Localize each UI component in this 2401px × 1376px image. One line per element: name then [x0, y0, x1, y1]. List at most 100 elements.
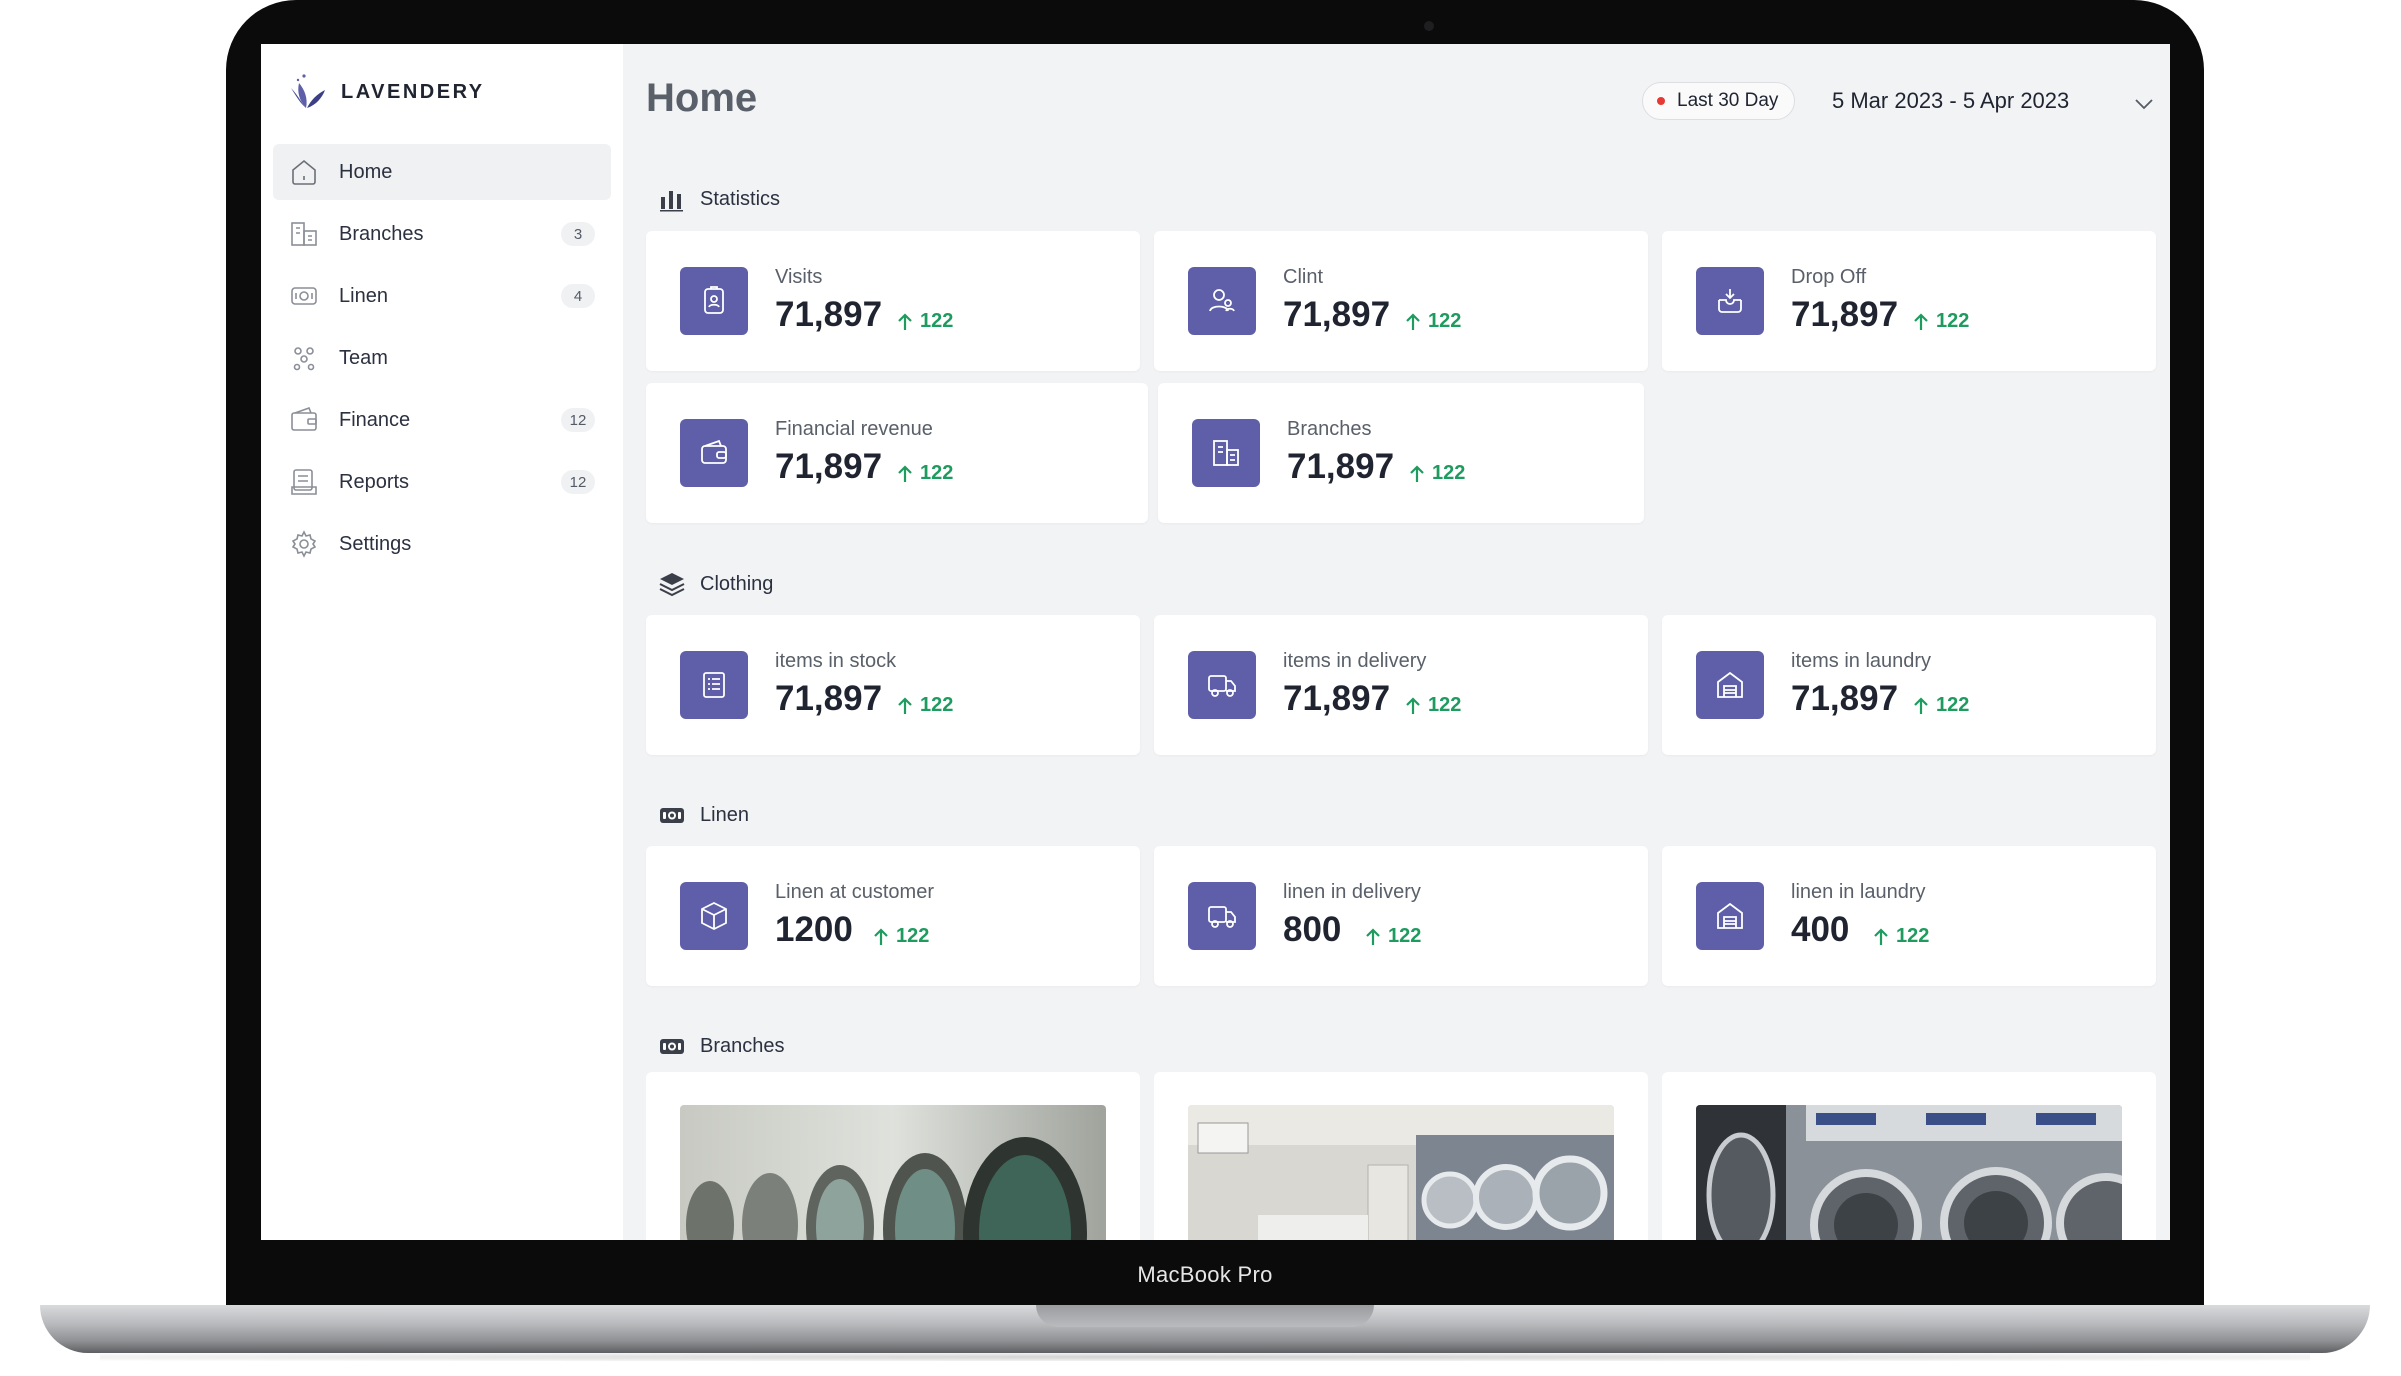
date-range-picker[interactable]: 5 Mar 2023 - 5 Apr 2023: [1832, 88, 2069, 114]
laptop-notch: [1036, 1305, 1374, 1327]
linen-card-laundry[interactable]: linen in laundry 400 122: [1662, 846, 2156, 986]
sidebar-item-team[interactable]: Team: [273, 330, 611, 386]
camera-dot: [1424, 21, 1434, 31]
clients-icon: [1209, 289, 1235, 312]
arrow-up-icon: [898, 696, 912, 714]
linen-icon: [291, 287, 317, 305]
card-delta: 122: [1364, 925, 1421, 948]
stat-card-branches[interactable]: Branches 71,897 122: [1158, 383, 1644, 523]
clothing-card-delivery[interactable]: items in delivery 71,897 122: [1154, 615, 1648, 755]
laptop-model-label: MacBook Pro: [1137, 1262, 1273, 1287]
clothing-card-stock[interactable]: items in stock 71,897 122: [646, 615, 1140, 755]
card-icon-box: [1188, 882, 1256, 950]
team-icon: [293, 347, 315, 371]
card-value: 71,897: [1791, 679, 1899, 718]
card-label: Linen at customer: [775, 881, 934, 903]
brand-name: LAVENDERY: [341, 80, 485, 103]
card-label: items in stock: [775, 650, 897, 672]
card-icon-box: [1192, 419, 1260, 487]
range-filter-button[interactable]: Last 30 Day: [1642, 82, 1796, 120]
branch-card[interactable]: [646, 1072, 1140, 1240]
package-icon: [701, 901, 727, 931]
branches-icon: [1213, 440, 1239, 466]
card-delta-value: 122: [1432, 462, 1466, 484]
arrow-up-icon: [898, 312, 912, 330]
layers-icon: [659, 573, 685, 597]
section-title: Branches: [700, 1034, 785, 1057]
arrow-up-icon: [1410, 464, 1424, 482]
finance-icon: [291, 406, 317, 431]
linen-icon: [660, 1039, 684, 1054]
sidebar-item-count: 12: [561, 408, 595, 432]
laundry-house-icon: [1717, 671, 1743, 698]
sidebar-item-label: Linen: [339, 284, 388, 307]
sidebar-item-label: Finance: [339, 408, 411, 431]
card-delta-value: 122: [1428, 310, 1462, 332]
arrow-up-icon: [1914, 312, 1928, 330]
arrow-up-icon: [1406, 696, 1420, 714]
card-value: 1200: [775, 910, 853, 949]
section-title: Clothing: [700, 572, 774, 595]
clothing-card-laundry[interactable]: items in laundry 71,897 122: [1662, 615, 2156, 755]
card-delta-value: 122: [1428, 694, 1462, 716]
drop-off-icon: [1718, 289, 1742, 313]
card-value: 71,897: [1283, 295, 1391, 334]
card-delta-value: 122: [1936, 310, 1970, 332]
linen-icon: [660, 808, 684, 823]
sidebar-item-finance[interactable]: Finance 12: [273, 392, 611, 448]
card-delta: 122: [872, 925, 929, 948]
card-delta: 122: [1408, 462, 1465, 485]
card-label: linen in delivery: [1283, 881, 1421, 903]
sidebar-item-count: 3: [561, 222, 595, 246]
sidebar-item-linen[interactable]: Linen 4: [273, 268, 611, 324]
stat-card-visits[interactable]: Visits 71,897 122: [646, 231, 1140, 371]
live-dot-icon: [1657, 97, 1665, 105]
settings-icon: [291, 530, 317, 558]
card-delta: 122: [896, 310, 953, 333]
sidebar-item-label: Home: [339, 160, 393, 183]
sidebar-item-reports[interactable]: Reports 12: [273, 454, 611, 510]
linen-card-delivery[interactable]: linen in delivery 800 122: [1154, 846, 1648, 986]
delivery-truck-icon: [1208, 675, 1236, 697]
laundromat-photo-1: [680, 1105, 1106, 1240]
arrow-up-icon: [1366, 927, 1380, 945]
visitor-badge-icon: [704, 286, 724, 314]
card-value: 71,897: [1283, 679, 1391, 718]
card-label: Branches: [1287, 418, 1372, 440]
card-delta: 122: [1872, 925, 1929, 948]
card-delta: 122: [1912, 694, 1969, 717]
laptop-shadow: [100, 1353, 2310, 1361]
branch-card[interactable]: [1154, 1072, 1648, 1240]
card-value: 71,897: [775, 679, 883, 718]
card-icon-box: [1188, 267, 1256, 335]
arrow-up-icon: [898, 464, 912, 482]
card-delta-value: 122: [896, 925, 930, 947]
stat-card-financial-revenue[interactable]: Financial revenue 71,897 122: [646, 383, 1148, 523]
branch-card[interactable]: [1662, 1072, 2156, 1240]
home-icon: [292, 159, 316, 185]
app-screen: LAVENDERY Home Branches 3 Linen 4 Team F…: [261, 44, 2170, 1240]
chevron-down-icon[interactable]: [2132, 92, 2156, 116]
sidebar-item-home[interactable]: Home: [273, 144, 611, 200]
card-value: 71,897: [1287, 447, 1395, 486]
card-icon-box: [680, 267, 748, 335]
sidebar-item-branches[interactable]: Branches 3: [273, 206, 611, 262]
stock-list-icon: [703, 672, 725, 698]
range-filter-label: Last 30 Day: [1677, 90, 1779, 111]
sidebar: LAVENDERY Home Branches 3 Linen 4 Team F…: [261, 44, 623, 1240]
card-delta: 122: [1912, 310, 1969, 333]
card-label: items in delivery: [1283, 650, 1427, 672]
card-delta-value: 122: [1936, 694, 1970, 716]
sidebar-item-settings[interactable]: Settings: [273, 516, 611, 572]
section-branches: Branches: [658, 1029, 785, 1063]
linen-card-customer[interactable]: Linen at customer 1200 122: [646, 846, 1140, 986]
brand[interactable]: LAVENDERY: [285, 68, 485, 116]
arrow-up-icon: [1914, 696, 1928, 714]
stat-card-clients[interactable]: Clint 71,897 122: [1154, 231, 1648, 371]
arrow-up-icon: [874, 927, 888, 945]
stat-card-drop-off[interactable]: Drop Off 71,897 122: [1662, 231, 2156, 371]
bar-chart-icon: [660, 191, 683, 212]
sidebar-item-label: Team: [339, 346, 388, 369]
card-delta-value: 122: [920, 694, 954, 716]
card-label: Drop Off: [1791, 266, 1867, 288]
